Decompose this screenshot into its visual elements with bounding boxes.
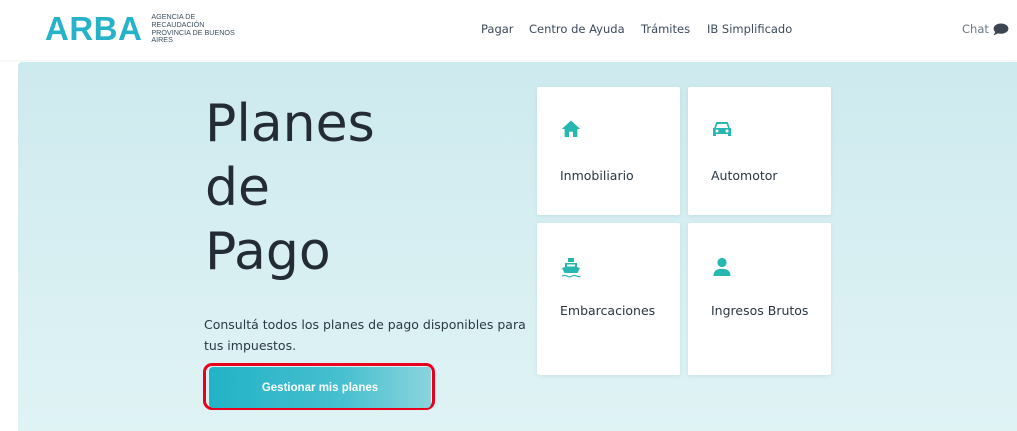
nav-link-pagar[interactable]: Pagar bbox=[481, 22, 514, 36]
nav-link-ib-simplificado[interactable]: IB Simplificado bbox=[707, 22, 792, 36]
card-label: Automotor bbox=[711, 168, 778, 183]
page-title-line: Pago bbox=[205, 222, 331, 282]
page-title-line: Planes bbox=[205, 94, 375, 154]
agency-name: AGENCIA DE RECAUDACIÓN PROVINCIA DE BUEN… bbox=[151, 13, 261, 43]
top-header: ARBA AGENCIA DE RECAUDACIÓN PROVINCIA DE… bbox=[0, 0, 1017, 60]
card-inmobiliario[interactable]: Inmobiliario bbox=[537, 87, 680, 215]
nav-link-centro-de-ayuda[interactable]: Centro de Ayuda bbox=[529, 22, 625, 36]
page-title-line: de bbox=[205, 158, 270, 218]
house-icon bbox=[561, 120, 581, 137]
hero-description: Consultá todos los planes de pago dispon… bbox=[204, 317, 526, 353]
page: ARBA AGENCIA DE RECAUDACIÓN PROVINCIA DE… bbox=[0, 0, 1017, 431]
speech-bubble-icon bbox=[993, 23, 1009, 35]
gestionar-mis-planes-button[interactable]: Gestionar mis planes bbox=[209, 367, 431, 408]
arba-logo[interactable]: ARBA AGENCIA DE RECAUDACIÓN PROVINCIA DE… bbox=[45, 12, 261, 45]
logo-wordmark: ARBA bbox=[45, 10, 143, 47]
nav-link-tramites[interactable]: Trámites bbox=[641, 22, 690, 36]
car-icon bbox=[713, 122, 731, 136]
hero-section: Planes de Pago Consultá todos los planes… bbox=[18, 62, 1017, 431]
card-automotor[interactable]: Automotor bbox=[688, 87, 831, 215]
card-ingresos-brutos[interactable]: Ingresos Brutos bbox=[688, 223, 831, 375]
person-icon bbox=[713, 257, 731, 276]
card-label: Embarcaciones bbox=[560, 303, 656, 318]
page-title: Planes de Pago bbox=[205, 92, 505, 284]
chat-button[interactable]: Chat bbox=[962, 22, 1009, 36]
ship-icon bbox=[562, 258, 581, 278]
card-label: Inmobiliario bbox=[560, 168, 634, 183]
agency-name-line: AIRES bbox=[151, 35, 173, 45]
chat-label: Chat bbox=[962, 22, 989, 36]
card-label: Ingresos Brutos bbox=[711, 303, 809, 318]
card-embarcaciones[interactable]: Embarcaciones bbox=[537, 223, 680, 375]
